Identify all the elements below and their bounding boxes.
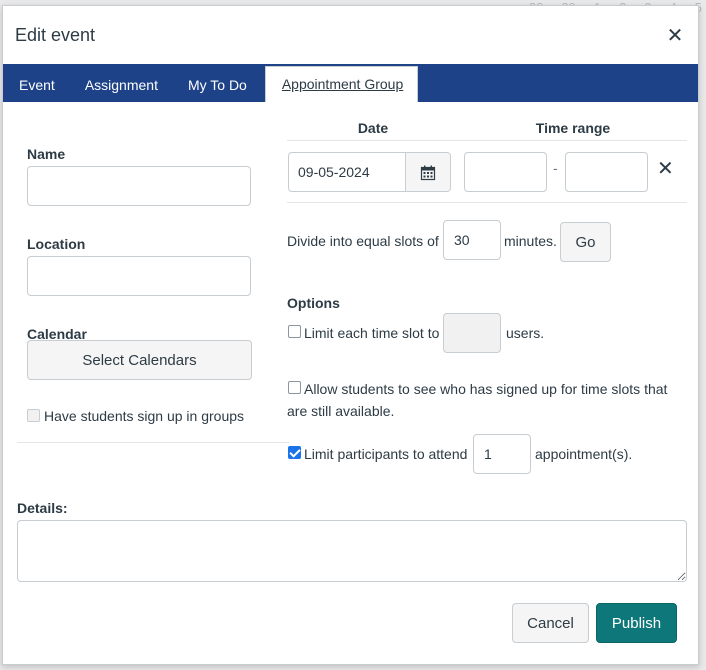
sign-up-groups-checkbox[interactable]	[27, 409, 40, 422]
limit-time-slot-input[interactable]	[443, 313, 501, 353]
limit-participants-checkbox[interactable]	[288, 446, 301, 459]
tab-assignment[interactable]: Assignment	[69, 68, 172, 102]
go-button[interactable]: Go	[560, 222, 611, 262]
appointment-group-panel: Name Location Calendar Select Calendars …	[3, 102, 698, 666]
publish-button[interactable]: Publish	[596, 603, 677, 643]
remove-time-slot-button[interactable]: ✕	[657, 156, 674, 181]
close-icon: ✕	[657, 158, 674, 180]
limit-participants-suffix: appointment(s).	[535, 446, 633, 462]
time-range-header: Time range	[535, 120, 611, 136]
tab-my-to-do[interactable]: My To Do	[172, 68, 261, 102]
dialog-title: Edit event	[15, 24, 96, 45]
slot-minutes-input[interactable]	[443, 220, 501, 260]
limit-time-slot-suffix: users.	[506, 325, 545, 341]
time-start-input[interactable]	[464, 152, 547, 192]
allow-see-signups-label-line2: are still available.	[287, 403, 395, 419]
date-header-divider	[287, 140, 687, 141]
limit-participants-label: Limit participants to attend	[304, 446, 468, 462]
divide-slots-suffix: minutes.	[504, 233, 557, 249]
calendar-icon	[420, 165, 436, 181]
date-value[interactable]: 09-05-2024	[298, 164, 370, 180]
tab-bar: Event Assignment My To Do Appointment Gr…	[3, 64, 698, 102]
date-picker-button[interactable]	[405, 153, 450, 191]
limit-participants-input[interactable]	[473, 434, 531, 474]
time-end-input[interactable]	[565, 152, 648, 192]
limit-time-slot-label: Limit each time slot to	[304, 325, 440, 341]
name-input[interactable]	[27, 166, 251, 206]
dialog-titlebar: Edit event ✕	[3, 6, 698, 64]
name-label: Name	[27, 146, 66, 162]
divide-slots-prefix: Divide into equal slots of	[287, 233, 439, 249]
tab-event[interactable]: Event	[3, 68, 69, 102]
left-divider	[17, 442, 289, 443]
options-label: Options	[287, 295, 340, 311]
details-label: Details:	[17, 500, 68, 516]
location-input[interactable]	[27, 256, 251, 296]
sign-up-groups-label: Have students sign up in groups	[44, 408, 245, 424]
edit-event-dialog: Edit event ✕ Event Assignment My To Do A…	[2, 5, 699, 665]
allow-see-signups-checkbox[interactable]	[288, 381, 301, 394]
cancel-button[interactable]: Cancel	[512, 603, 589, 643]
limit-time-slot-checkbox[interactable]	[288, 325, 301, 338]
date-header: Date	[357, 120, 389, 136]
tab-appointment-group[interactable]: Appointment Group	[264, 66, 419, 102]
location-label: Location	[27, 236, 86, 252]
close-icon: ✕	[666, 24, 684, 47]
date-row-divider	[287, 202, 687, 203]
select-calendars-button[interactable]: Select Calendars	[27, 340, 252, 380]
date-field: 09-05-2024	[288, 152, 451, 192]
details-textarea[interactable]	[17, 520, 687, 582]
close-button[interactable]: ✕	[664, 24, 686, 47]
allow-see-signups-label-line1: Allow students to see who has signed up …	[304, 381, 668, 397]
time-range-separator: -	[553, 160, 558, 176]
